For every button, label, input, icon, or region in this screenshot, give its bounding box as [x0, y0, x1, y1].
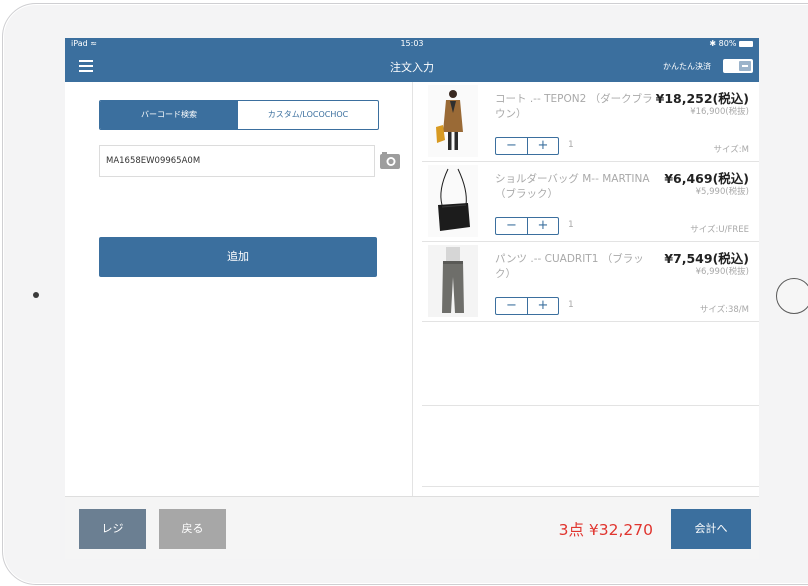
- tab-barcode-search[interactable]: バーコード検索: [100, 101, 238, 129]
- footer-toolbar: レジ 戻る 3点 ¥32,270 会計へ: [65, 496, 759, 559]
- item-name: パンツ .-- CUADRIT1 （ブラック）: [495, 253, 644, 280]
- search-mode-tabs: バーコード検索 カスタム/LOCOCHOC: [99, 100, 379, 130]
- coat-photo: [428, 85, 478, 157]
- decrease-quantity-button[interactable]: −: [496, 298, 528, 314]
- add-button[interactable]: 追加: [99, 237, 377, 277]
- easy-pay-toggle[interactable]: [723, 59, 753, 73]
- quantity-stepper: − +: [495, 217, 559, 235]
- quantity-stepper: − +: [495, 297, 559, 315]
- item-quantity: 1: [568, 300, 574, 310]
- item-size: サイズ:U/FREE: [690, 225, 749, 235]
- item-quantity: 1: [568, 140, 574, 150]
- barcode-input[interactable]: MA1658EW09965A0M: [99, 145, 375, 177]
- toggle-knob: [739, 61, 751, 71]
- cart-item[interactable]: パンツ .-- CUADRIT1 （ブラック） ¥7,549(税込) ¥6,99…: [422, 242, 759, 322]
- cart-item[interactable]: コート .-- TEPON2 （ダークブラウン） ¥18,252(税込) ¥16…: [422, 82, 759, 162]
- input-panel: バーコード検索 カスタム/LOCOCHOC MA1658EW09965A0M 追…: [65, 82, 412, 496]
- battery-percent: 80%: [718, 39, 737, 48]
- item-quantity: 1: [568, 220, 574, 230]
- list-separator: [422, 405, 759, 406]
- front-camera: [33, 292, 39, 298]
- cart-item[interactable]: ショルダーバッグ M-- MARTINA （ブラック） ¥6,469(税込) ¥…: [422, 162, 759, 242]
- order-total: 3点 ¥32,270: [558, 521, 653, 539]
- increase-quantity-button[interactable]: +: [528, 138, 558, 154]
- decrease-quantity-button[interactable]: −: [496, 218, 528, 234]
- increase-quantity-button[interactable]: +: [528, 298, 558, 314]
- tab-custom-locochoc[interactable]: カスタム/LOCOCHOC: [238, 101, 378, 129]
- item-price-tax-excluded: ¥16,900(税抜): [690, 107, 749, 117]
- item-price-tax-excluded: ¥6,990(税抜): [695, 267, 749, 277]
- camera-icon[interactable]: [379, 150, 401, 170]
- bluetooth-icon: ✱: [709, 39, 717, 48]
- register-button[interactable]: レジ: [79, 509, 146, 549]
- item-size: サイズ:38/M: [699, 305, 749, 315]
- status-bar: iPad ≈ 15:03 ✱ 80%: [65, 38, 759, 50]
- bag-photo: [428, 165, 478, 237]
- status-time: 15:03: [400, 39, 424, 48]
- item-name: コート .-- TEPON2 （ダークブラウン）: [495, 93, 653, 120]
- navigation-bar: 注文入力 かんたん決済: [65, 50, 759, 82]
- panel-divider: [412, 82, 413, 496]
- easy-pay-label: かんたん決済: [663, 62, 711, 71]
- pants-photo: [428, 245, 478, 317]
- decrease-quantity-button[interactable]: −: [496, 138, 528, 154]
- item-name: ショルダーバッグ M-- MARTINA （ブラック）: [495, 173, 650, 200]
- battery-indicator: ✱ 80%: [709, 38, 753, 50]
- checkout-button[interactable]: 会計へ: [671, 509, 751, 549]
- item-size: サイズ:M: [713, 145, 749, 155]
- back-button[interactable]: 戻る: [159, 509, 226, 549]
- page-title: 注文入力: [390, 61, 434, 74]
- item-price-tax-excluded: ¥5,990(税抜): [695, 187, 749, 197]
- home-button[interactable]: [776, 278, 808, 314]
- increase-quantity-button[interactable]: +: [528, 218, 558, 234]
- cart-list: コート .-- TEPON2 （ダークブラウン） ¥18,252(税込) ¥16…: [422, 82, 759, 496]
- app-screen: iPad ≈ 15:03 ✱ 80% 注文入力 かんたん決済 バーコード検索 カ…: [65, 38, 759, 559]
- list-separator: [422, 486, 759, 487]
- quantity-stepper: − +: [495, 137, 559, 155]
- battery-icon: [739, 40, 753, 47]
